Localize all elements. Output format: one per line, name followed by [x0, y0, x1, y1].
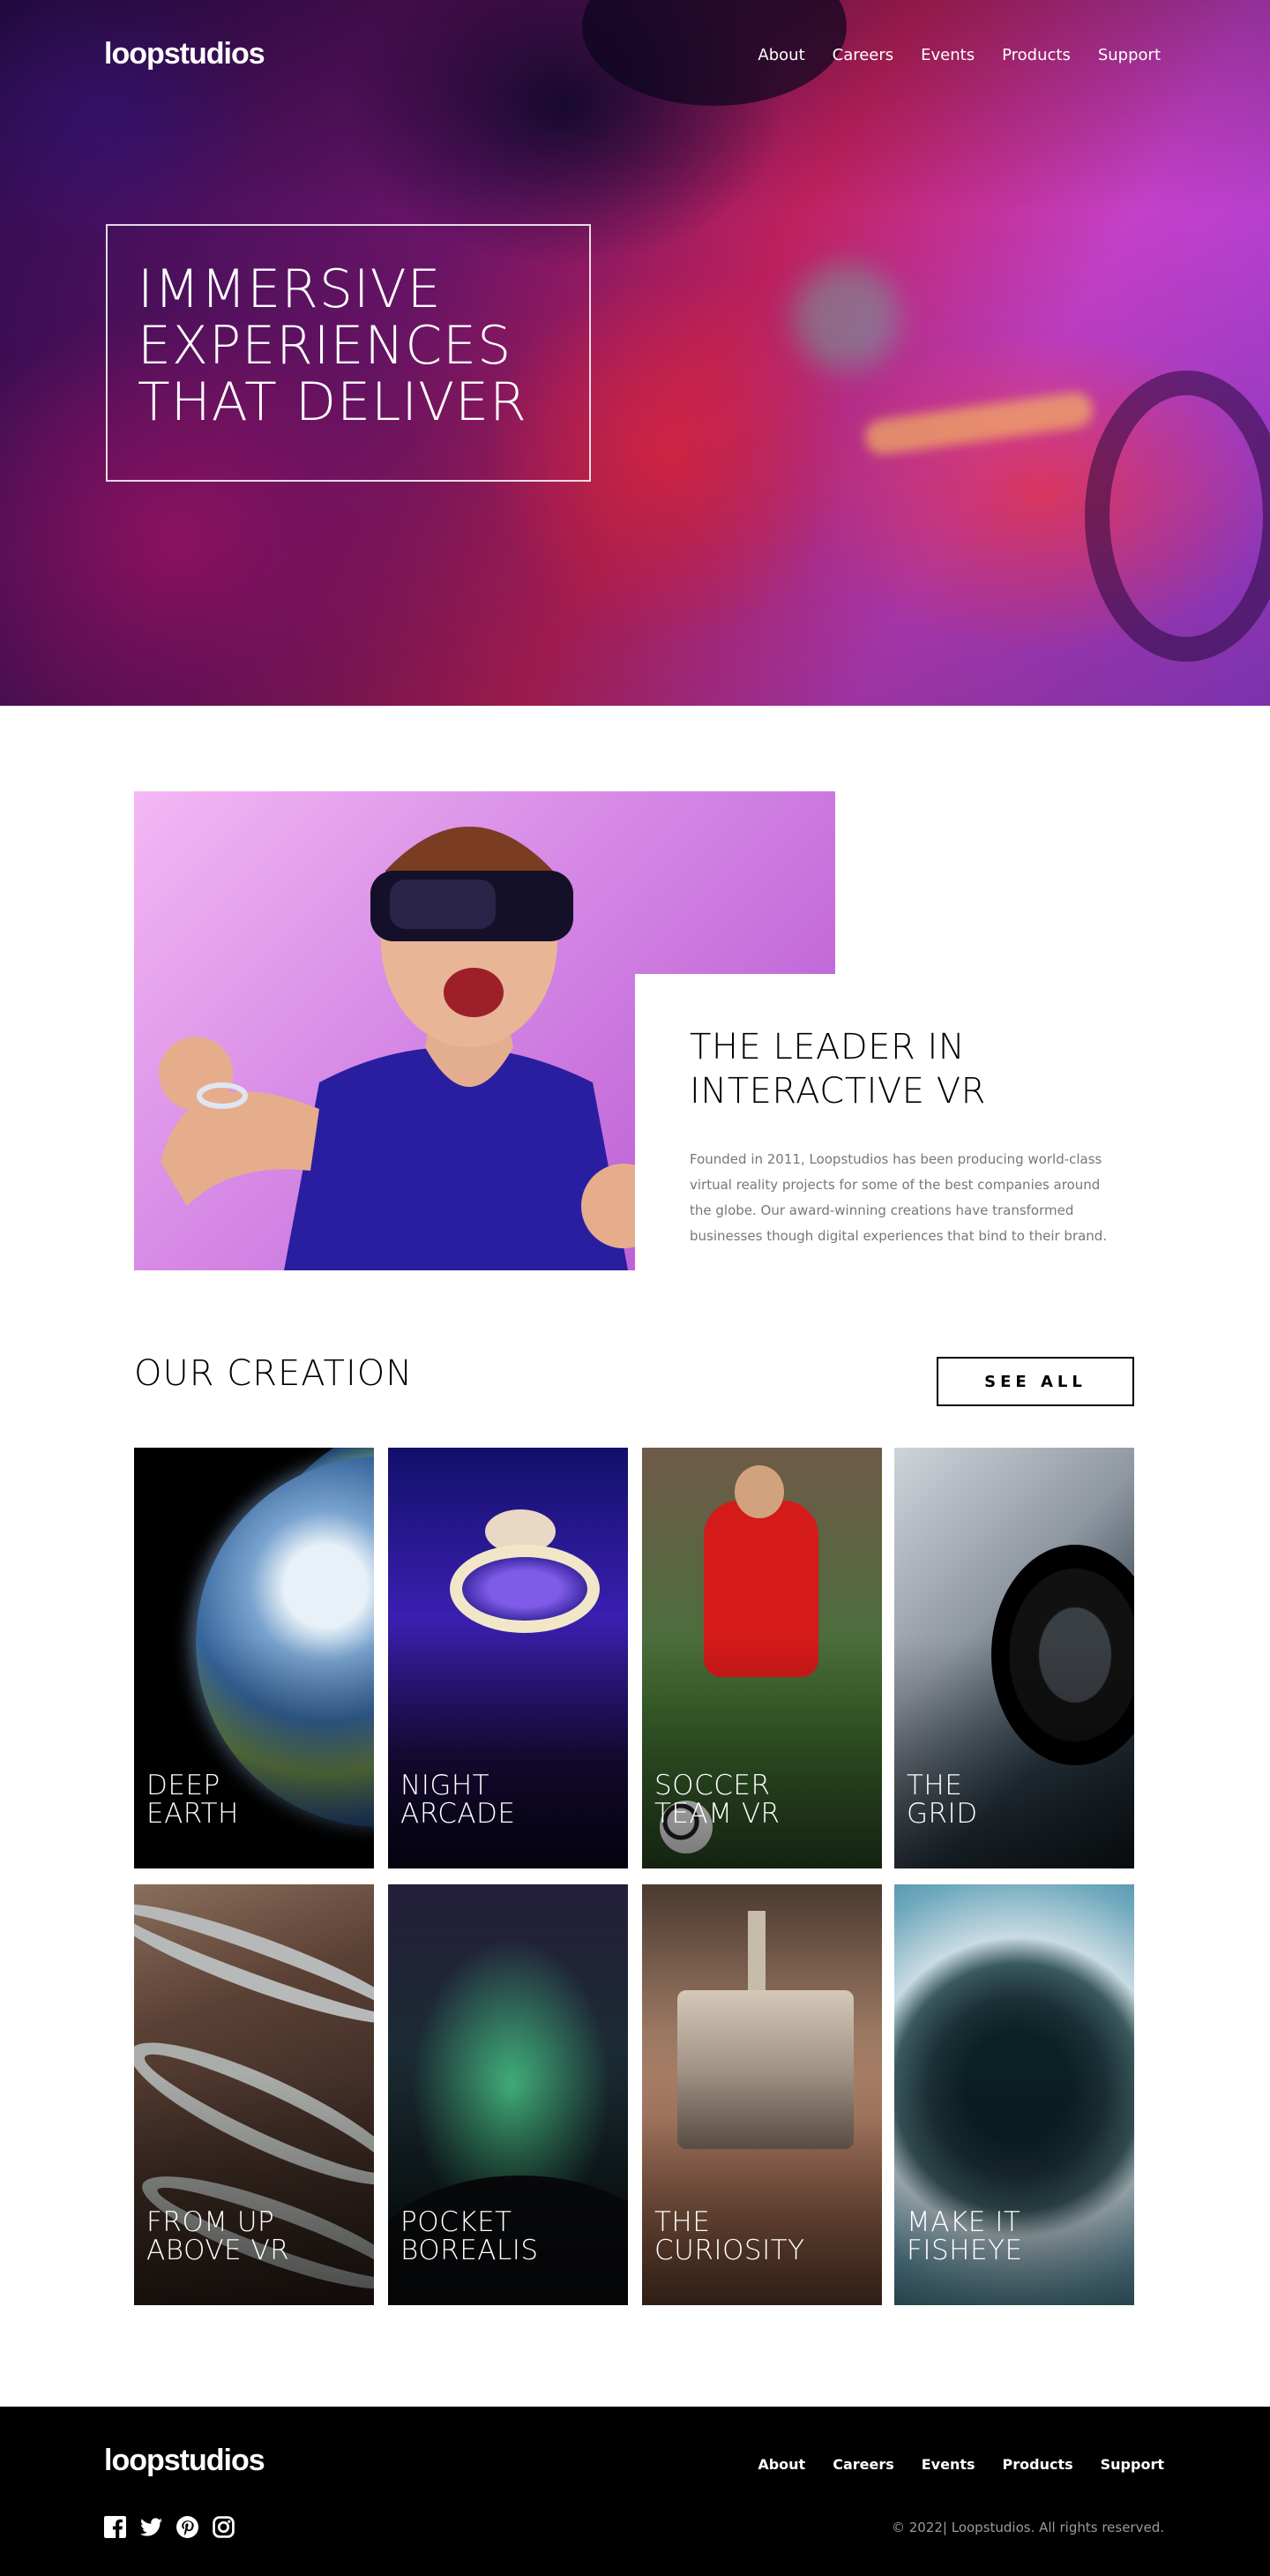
creation-card-label-line: ARCADE [400, 1798, 516, 1830]
hero-headline-line: IMMERSIVE [138, 258, 442, 320]
creation-card-label-line: FISHEYE [907, 2235, 1023, 2266]
creation-card-the-grid[interactable]: THE GRID [894, 1448, 1134, 1868]
nav-link-products[interactable]: Products [1002, 46, 1071, 64]
footer-link-support[interactable]: Support [1101, 2456, 1164, 2473]
hero-decoration [794, 265, 900, 371]
creation-card-label-line: SOCCER [654, 1770, 771, 1801]
main-nav: About Careers Events Products Support [758, 46, 1161, 64]
creation-card-night-arcade[interactable]: NIGHT ARCADE [388, 1448, 628, 1868]
creations-title: OUR CREATION [134, 1353, 414, 1394]
creation-card-make-it-fisheye[interactable]: MAKE IT FISHEYE [894, 1884, 1134, 2305]
copyright-text: © 2022| Loopstudios. All rights reserved… [891, 2520, 1164, 2535]
nav-link-careers[interactable]: Careers [833, 46, 894, 64]
nav-link-about[interactable]: About [758, 46, 804, 64]
footer-link-about[interactable]: About [758, 2456, 805, 2473]
creation-card-label-line: THE [654, 2206, 711, 2238]
creation-card-soccer-team-vr[interactable]: SOCCER TEAM VR [642, 1448, 882, 1868]
footer-nav: About Careers Events Products Support [758, 2456, 1164, 2473]
creation-card-label-line: NIGHT [400, 1770, 490, 1801]
twitter-icon[interactable] [140, 2516, 162, 2538]
creation-card-label: THE CURIOSITY [654, 2208, 805, 2265]
footer-link-careers[interactable]: Careers [833, 2456, 894, 2473]
facebook-icon[interactable] [104, 2516, 126, 2538]
creation-card-label: SOCCER TEAM VR [654, 1771, 781, 1828]
hero-headline-line: EXPERIENCES [138, 315, 512, 377]
hero-headline-line: THAT DELIVER [138, 371, 527, 433]
nav-link-support[interactable]: Support [1098, 46, 1161, 64]
footer-link-events[interactable]: Events [922, 2456, 975, 2473]
creation-card-label: THE GRID [907, 1771, 978, 1828]
intro-title-line: THE LEADER IN [690, 1027, 966, 1067]
creation-card-label: DEEP EARTH [146, 1771, 239, 1828]
creation-card-label-line: POCKET [400, 2206, 512, 2238]
creation-card-label-line: MAKE IT [907, 2206, 1021, 2238]
see-all-button[interactable]: SEE ALL [937, 1357, 1134, 1406]
footer: loopstudios About Careers Events Product… [0, 2407, 1270, 2576]
hero-headline-box: IMMERSIVE EXPERIENCES THAT DELIVER [106, 224, 591, 482]
hero-section: loopstudios About Careers Events Product… [0, 0, 1270, 706]
creation-card-label: MAKE IT FISHEYE [907, 2208, 1023, 2265]
creation-card-the-curiosity[interactable]: THE CURIOSITY [642, 1884, 882, 2305]
creation-card-label: POCKET BOREALIS [400, 2208, 539, 2265]
creation-card-label-line: BOREALIS [400, 2235, 539, 2266]
footer-link-products[interactable]: Products [1003, 2456, 1073, 2473]
footer-logo[interactable]: loopstudios [104, 2444, 265, 2478]
instagram-icon[interactable] [213, 2516, 235, 2538]
intro-body: Founded in 2011, Loopstudios has been pr… [690, 1151, 1108, 1244]
hero-headline: IMMERSIVE EXPERIENCES THAT DELIVER [138, 261, 589, 431]
intro-title: THE LEADER IN INTERACTIVE VR [690, 1025, 1164, 1113]
creation-card-label-line: DEEP [146, 1770, 220, 1801]
creation-card-label-line: GRID [907, 1798, 978, 1830]
creation-card-deep-earth[interactable]: DEEP EARTH [134, 1448, 374, 1868]
creation-card-label-line: EARTH [146, 1798, 239, 1830]
creation-card-pocket-borealis[interactable]: POCKET BOREALIS [388, 1884, 628, 2305]
intro-card: THE LEADER IN INTERACTIVE VR Founded in … [635, 974, 1164, 1274]
creation-card-label-line: ABOVE VR [146, 2235, 290, 2266]
creation-card-label-line: CURIOSITY [654, 2235, 805, 2266]
creation-card-label-line: TEAM VR [654, 1798, 781, 1830]
creation-card-label-line: FROM UP [146, 2206, 275, 2238]
header-logo[interactable]: loopstudios [104, 37, 265, 71]
social-links [104, 2516, 235, 2538]
creation-card-label-line: THE [907, 1770, 963, 1801]
nav-link-events[interactable]: Events [921, 46, 975, 64]
creation-card-label: FROM UP ABOVE VR [146, 2208, 289, 2265]
pinterest-icon[interactable] [176, 2516, 198, 2538]
creation-card-from-up-above-vr[interactable]: FROM UP ABOVE VR [134, 1884, 374, 2305]
intro-title-line: INTERACTIVE VR [690, 1071, 986, 1112]
creation-card-label: NIGHT ARCADE [400, 1771, 516, 1828]
